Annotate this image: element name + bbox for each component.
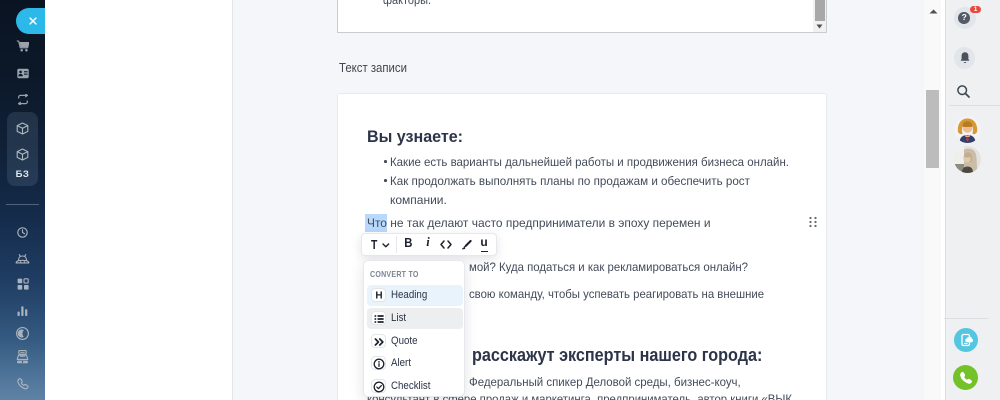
svg-text:H: H	[376, 290, 383, 301]
